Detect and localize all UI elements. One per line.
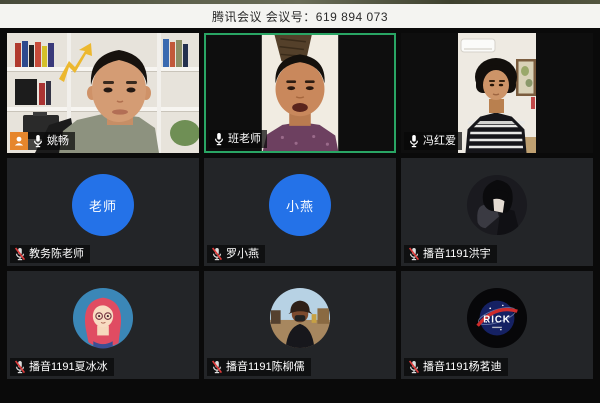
name-label: 冯红爱 [404,132,462,150]
participant-tile-fenghongai[interactable]: 冯红爱 [401,33,593,153]
name-label: 班老师 [209,130,267,148]
participant-name: 播音1191杨茗迪 [423,360,502,374]
participant-name: 播音1191夏冰冰 [29,360,108,374]
participant-tile-yangmingdi[interactable]: RICK 播音1191杨茗迪 [401,271,593,379]
mic-muted-icon [408,247,420,261]
video-grid: 姚畅 [7,33,593,379]
meeting-stage: 姚畅 [0,28,600,403]
name-label: 播音1191陈柳儒 [207,358,311,376]
participant-tile-luoxiaoyan[interactable]: 小燕 罗小燕 [204,158,396,266]
avatar: 小燕 [269,174,331,236]
mic-muted-icon [211,247,223,261]
meeting-title: 腾讯会议 会议号：619 894 073 [212,8,388,25]
avatar: 老师 [72,174,134,236]
mic-on-icon [408,134,420,148]
avatar-text: 小燕 [286,196,314,215]
avatar [269,287,331,349]
participant-name: 罗小燕 [226,247,259,261]
avatar [466,174,528,236]
participant-tile-jiaowu-chenlaoshi[interactable]: 老师 教务陈老师 [7,158,199,266]
mic-on-icon [213,132,225,146]
avatar-text: 老师 [89,196,117,215]
name-label: 播音1191洪宇 [404,245,497,263]
name-label: 教务陈老师 [10,245,90,263]
participant-name: 播音1191洪宇 [423,247,491,261]
participant-name: 班老师 [228,132,261,146]
name-label: 播音1191杨茗迪 [404,358,508,376]
participant-tile-chenliuru[interactable]: 播音1191陈柳儒 [204,271,396,379]
mic-muted-icon [14,360,26,374]
avatar [72,287,134,349]
mic-muted-icon [408,360,420,374]
titlebar[interactable]: 腾讯会议 会议号：619 894 073 [0,4,600,28]
person-icon [13,135,25,147]
participant-name: 姚畅 [47,134,69,148]
participant-tile-yaochang[interactable]: 姚畅 [7,33,199,153]
participant-name: 教务陈老师 [29,247,84,261]
participant-tile-xiabingbing[interactable]: 播音1191夏冰冰 [7,271,199,379]
name-label: 播音1191夏冰冰 [10,358,114,376]
name-label: 姚畅 [28,132,75,150]
avatar-logo-text: RICK [483,314,511,325]
mic-on-icon [32,134,44,148]
meeting-window: 腾讯会议 会议号：619 894 073 [0,0,600,403]
participant-tile-banlaoshi[interactable]: 班老师 [204,33,396,153]
avatar: RICK [466,287,528,349]
participant-tile-hongyu[interactable]: 播音1191洪宇 [401,158,593,266]
participant-name: 播音1191陈柳儒 [226,360,305,374]
participant-name: 冯红爱 [423,134,456,148]
host-badge [10,132,28,150]
name-label: 罗小燕 [207,245,265,263]
mic-muted-icon [211,360,223,374]
mic-muted-icon [14,247,26,261]
